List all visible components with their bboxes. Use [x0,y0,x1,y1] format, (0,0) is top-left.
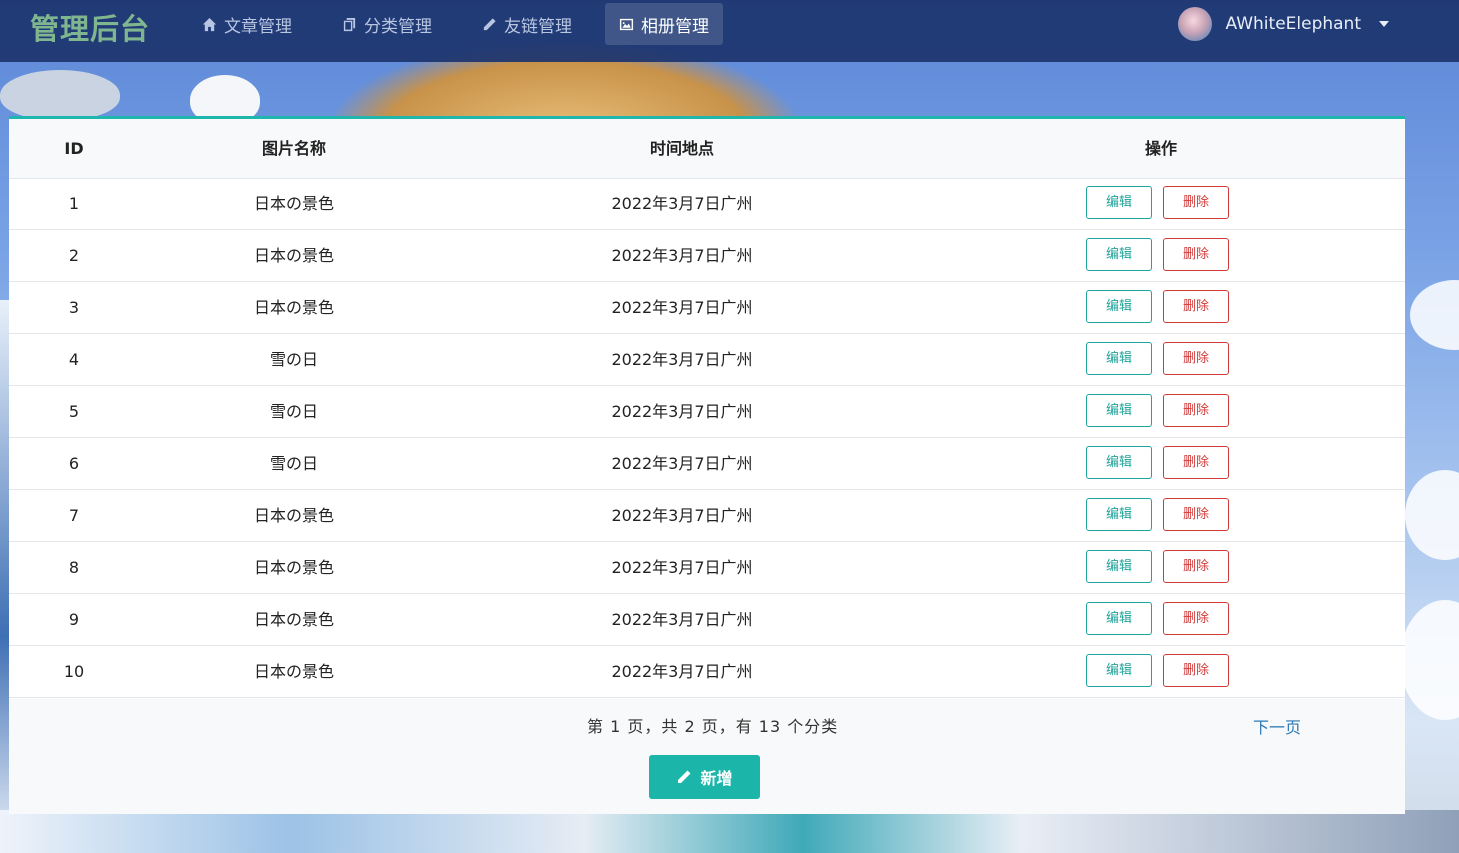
delete-button[interactable]: 删除 [1163,342,1229,375]
table-row: 3 日本の景色 2022年3月7日广州 编辑 删除 [9,282,1405,334]
cell-id: 2 [68,246,80,265]
edit-button[interactable]: 编辑 [1086,654,1152,687]
delete-button[interactable]: 删除 [1163,238,1229,271]
column-header-place: 时间地点 [649,139,714,158]
nav-item-links[interactable]: 友链管理 [468,3,586,45]
delete-button[interactable]: 删除 [1163,654,1229,687]
edit-button[interactable]: 编辑 [1086,238,1152,271]
pencil-icon [483,17,496,30]
cell-image-name: 雪の日 [269,350,318,369]
cell-id: 10 [63,662,85,681]
cell-image-name: 日本の景色 [253,662,334,681]
column-header-name: 图片名称 [261,139,326,158]
top-navbar: 管理后台 文章管理 分类管理 友链管理 相册管理 AWhiteElephant [0,0,1459,62]
delete-button[interactable]: 删除 [1163,498,1229,531]
cell-image-name: 日本の景色 [253,610,334,629]
user-name[interactable]: AWhiteElephant [1226,14,1361,34]
table-row: 2 日本の景色 2022年3月7日广州 编辑 删除 [9,230,1405,282]
cell-id: 7 [68,506,80,525]
album-table-card: ID 图片名称 时间地点 操作 1 日本の景色 2022年3月7日广州 编辑 删除 2 日本… [9,116,1405,814]
cell-time-place: 2022年3月7日广州 [611,662,753,681]
edit-button[interactable]: 编辑 [1086,186,1152,219]
delete-button[interactable]: 删除 [1163,550,1229,583]
table-row: 7 日本の景色 2022年3月7日广州 编辑 删除 [9,490,1405,542]
pagination: 第 1 页，共 2 页，有 13 个分类 下一页 新增 [9,699,1405,814]
edit-button[interactable]: 编辑 [1086,394,1152,427]
edit-button[interactable]: 编辑 [1086,602,1152,635]
cell-time-place: 2022年3月7日广州 [611,506,753,525]
cell-image-name: 日本の景色 [253,246,334,265]
cell-image-name: 日本の景色 [253,194,334,213]
seagull-wing-illustration [0,70,120,120]
delete-button[interactable]: 删除 [1163,290,1229,323]
table-header: ID 图片名称 时间地点 操作 [9,119,1405,179]
cell-time-place: 2022年3月7日广州 [611,298,753,317]
edit-button[interactable]: 编辑 [1086,550,1152,583]
cell-id: 6 [68,454,80,473]
cell-time-place: 2022年3月7日广州 [611,350,753,369]
cell-time-place: 2022年3月7日广州 [611,454,753,473]
edit-button[interactable]: 编辑 [1086,498,1152,531]
nav-item-album[interactable]: 相册管理 [605,3,723,45]
table-row: 4 雪の日 2022年3月7日广州 编辑 删除 [9,334,1405,386]
cell-time-place: 2022年3月7日广州 [611,402,753,421]
nav-item-categories[interactable]: 分类管理 [328,3,446,45]
nav-item-label: 分类管理 [364,16,432,37]
cell-image-name: 日本の景色 [253,298,334,317]
avatar[interactable] [1177,7,1212,41]
edit-button[interactable]: 编辑 [1086,446,1152,479]
home-icon [202,17,217,31]
brand-title[interactable]: 管理后台 [30,6,150,48]
cell-image-name: 雪の日 [269,402,318,421]
cell-time-place: 2022年3月7日广州 [611,246,753,265]
edit-button[interactable]: 编辑 [1086,342,1152,375]
next-page-link[interactable]: 下一页 [1253,714,1301,738]
delete-button[interactable]: 删除 [1163,602,1229,635]
add-photo-button[interactable]: 新增 [649,755,760,799]
cell-id: 8 [68,558,80,577]
table-row: 6 雪の日 2022年3月7日广州 编辑 删除 [9,438,1405,490]
nav-item-articles[interactable]: 文章管理 [188,3,306,45]
table-row: 1 日本の景色 2022年3月7日广州 编辑 删除 [9,178,1405,230]
delete-button[interactable]: 删除 [1163,394,1229,427]
bottom-illustration [0,810,1459,853]
add-button-label: 新增 [700,769,733,788]
table-row: 9 日本の景色 2022年3月7日广州 编辑 删除 [9,594,1405,646]
table-row: 5 雪の日 2022年3月7日广州 编辑 删除 [9,386,1405,438]
nav-item-label: 相册管理 [641,16,709,37]
copy-icon [343,17,356,31]
table-row: 8 日本の景色 2022年3月7日广州 编辑 删除 [9,542,1405,594]
edit-button[interactable]: 编辑 [1086,290,1152,323]
column-header-operations: 操作 [1144,139,1177,158]
cell-time-place: 2022年3月7日广州 [611,558,753,577]
delete-button[interactable]: 删除 [1163,446,1229,479]
delete-button[interactable]: 删除 [1163,186,1229,219]
table-row: 10 日本の景色 2022年3月7日广州 编辑 删除 [9,646,1405,698]
pagination-info: 第 1 页，共 2 页，有 13 个分类 [587,717,839,736]
cell-image-name: 日本の景色 [253,506,334,525]
cell-image-name: 雪の日 [269,454,318,473]
nav-item-label: 文章管理 [224,16,292,37]
cell-id: 9 [68,610,80,629]
cell-id: 5 [68,402,80,421]
cell-image-name: 日本の景色 [253,558,334,577]
pencil-icon [678,770,691,783]
user-menu[interactable]: AWhiteElephant [1177,6,1389,42]
chevron-down-icon[interactable] [1379,21,1389,27]
column-header-id: ID [64,139,84,158]
cell-time-place: 2022年3月7日广州 [611,610,753,629]
nav-item-label: 友链管理 [504,16,572,37]
cell-id: 4 [68,350,80,369]
cell-id: 1 [68,194,80,213]
cell-id: 3 [68,298,80,317]
cell-time-place: 2022年3月7日广州 [611,194,753,213]
image-icon [619,18,634,30]
